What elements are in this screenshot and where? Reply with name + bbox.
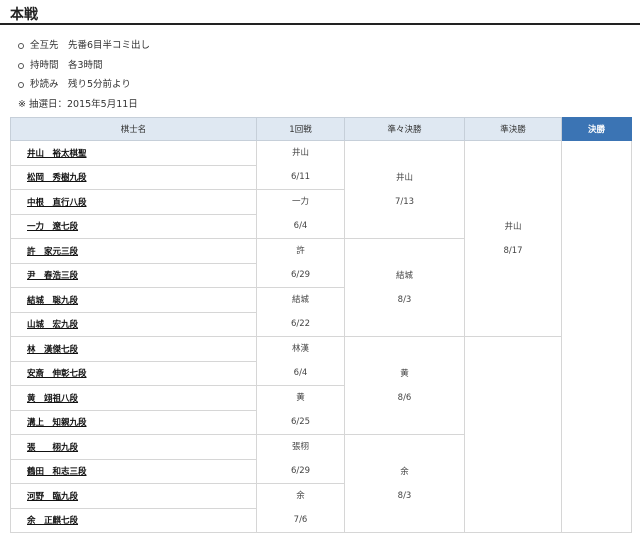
round1-date: 6/29 <box>290 466 311 476</box>
quarterfinal-result: 余 8/3 <box>344 434 465 533</box>
quarterfinal-result: 井山 7/13 <box>344 140 465 239</box>
player-link[interactable]: 尹 春浩三段 <box>10 262 257 288</box>
header-round1: 1回戦 <box>256 117 345 141</box>
round1-date: 6/4 <box>293 368 308 378</box>
semifinal-result: 井山 8/17 <box>464 140 562 337</box>
player-link[interactable]: 余 正麒七段 <box>10 507 257 533</box>
round1-date: 7/6 <box>293 515 308 525</box>
rule-item: 持時間 各3時間 <box>18 56 150 76</box>
header-final: 決勝 <box>561 117 632 141</box>
quarterfinal-date: 8/6 <box>397 392 412 403</box>
bullet-icon <box>18 43 24 49</box>
rule-text: 秒読み 残り5分前より <box>30 79 131 90</box>
header-quarterfinal: 準々決勝 <box>344 117 465 141</box>
quarterfinal-winner: 余 <box>400 466 409 477</box>
rule-text: 全互先 先番6目半コミ出し <box>30 40 151 51</box>
quarterfinal-winner: 黄 <box>400 368 409 379</box>
round1-result: 井山 6/11 <box>256 140 345 190</box>
semifinal-result <box>464 336 562 533</box>
round1-date: 6/29 <box>290 270 311 280</box>
round1-winner: 井山 <box>291 148 309 158</box>
bullet-icon <box>18 82 24 88</box>
quarterfinal-result: 黄 8/6 <box>344 336 465 435</box>
player-link[interactable]: 溝上 知親九段 <box>10 409 257 435</box>
round1-winner: 黄 <box>296 393 305 403</box>
round1-result: 林漢 6/4 <box>256 336 345 386</box>
round1-winner: 結城 <box>291 295 309 305</box>
round1-winner: 余 <box>296 491 305 501</box>
quarterfinal-winner: 井山 <box>395 172 413 183</box>
rules-list: 全互先 先番6目半コミ出し 持時間 各3時間 秒読み 残り5分前より ※ 抽選日… <box>18 36 150 114</box>
player-link[interactable]: 結城 聡九段 <box>10 287 257 313</box>
round1-result: 余 7/6 <box>256 483 345 533</box>
round1-winner: 一力 <box>291 197 309 207</box>
quarterfinal-date: 8/3 <box>397 294 412 305</box>
header-semifinal: 準決勝 <box>464 117 562 141</box>
rule-item: 秒読み 残り5分前より <box>18 75 150 95</box>
quarterfinal-date: 7/13 <box>394 196 415 207</box>
round1-date: 6/22 <box>290 319 311 329</box>
player-link[interactable]: 黄 翊祖八段 <box>10 385 257 411</box>
player-link[interactable]: 安斎 伸彰七段 <box>10 360 257 386</box>
title-divider <box>0 23 640 25</box>
round1-result: 許 6/29 <box>256 238 345 288</box>
round1-date: 6/11 <box>290 172 311 182</box>
round1-date: 6/25 <box>290 417 311 427</box>
round1-result: 黄 6/25 <box>256 385 345 435</box>
semifinal-winner: 井山 <box>504 221 522 232</box>
rule-item: 全互先 先番6目半コミ出し <box>18 36 150 56</box>
semifinal-date: 8/17 <box>503 245 523 256</box>
rule-text: 持時間 各3時間 <box>30 59 103 71</box>
player-link[interactable]: 井山 裕太棋聖 <box>10 140 257 166</box>
player-link[interactable]: 許 家元三段 <box>10 238 257 264</box>
player-link[interactable]: 一力 遼七段 <box>10 213 257 239</box>
lottery-note: ※ 抽選日：2015年5月11日 <box>18 98 138 110</box>
round1-result: 一力 6/4 <box>256 189 345 239</box>
player-link[interactable]: 中根 直行八段 <box>10 189 257 215</box>
bullet-icon <box>18 62 24 69</box>
section-title: 本戦 <box>10 7 38 23</box>
quarterfinal-result: 結城 8/3 <box>344 238 465 337</box>
player-link[interactable]: 鶴田 和志三段 <box>10 458 257 484</box>
quarterfinal-winner: 結城 <box>395 270 413 281</box>
player-link[interactable]: 山城 宏九段 <box>10 311 257 337</box>
round1-result: 結城 6/22 <box>256 287 345 337</box>
player-link[interactable]: 河野 臨九段 <box>10 483 257 509</box>
player-link[interactable]: 松岡 秀樹九段 <box>10 164 257 190</box>
player-link[interactable]: 林 漢傑七段 <box>10 336 257 362</box>
round1-winner: 林漢 <box>291 344 309 354</box>
round1-winner: 張栩 <box>291 442 309 452</box>
round1-result: 張栩 6/29 <box>256 434 345 484</box>
round1-winner: 許 <box>296 246 305 256</box>
header-players: 棋士名 <box>10 117 257 141</box>
player-link[interactable]: 張 栩九段 <box>10 434 257 460</box>
quarterfinal-date: 8/3 <box>397 490 412 501</box>
tournament-bracket: 棋士名 1回戦 準々決勝 準決勝 決勝 井山 裕太棋聖 井山 6/11 井山 7/1… <box>10 117 632 533</box>
round1-date: 6/4 <box>293 221 308 231</box>
